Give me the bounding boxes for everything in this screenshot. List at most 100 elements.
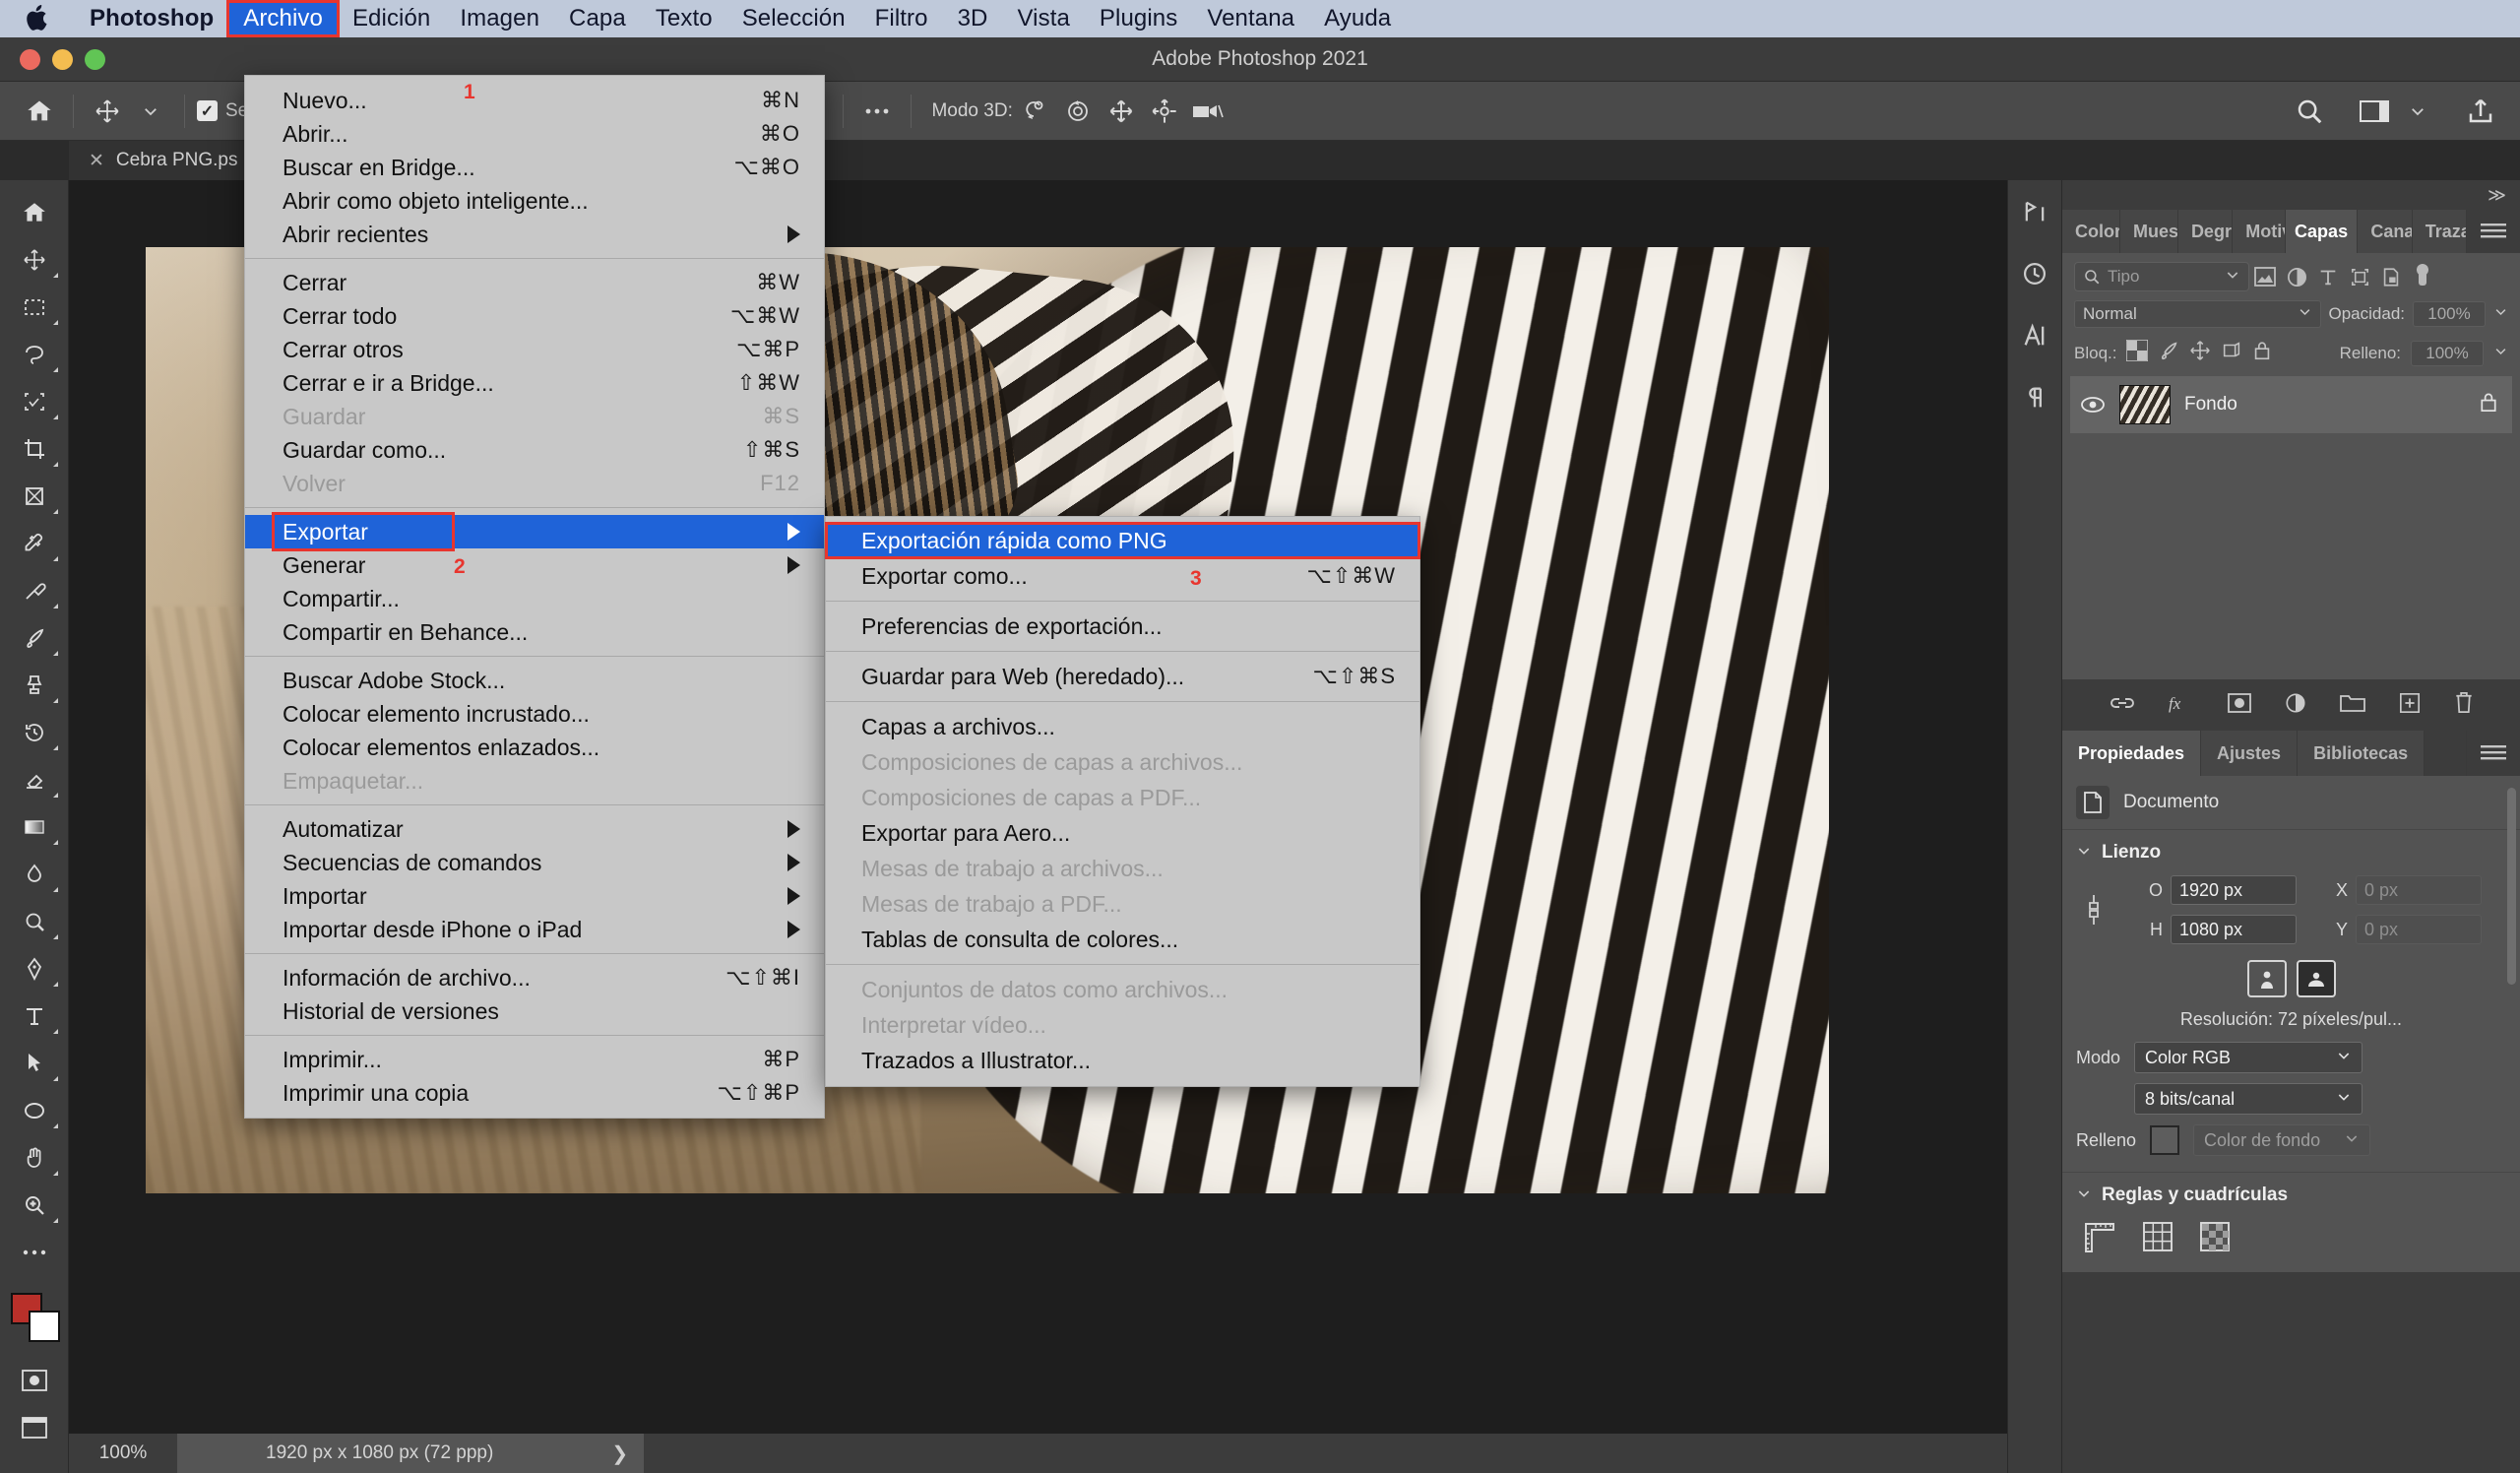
- menu-item-exportar[interactable]: Exportar: [245, 512, 824, 551]
- filter-smart-object-icon[interactable]: [2375, 266, 2407, 288]
- menu-item-compartir[interactable]: Compartir...: [245, 582, 824, 615]
- more-options-icon[interactable]: [855, 90, 899, 133]
- link-dimensions-icon[interactable]: [2076, 891, 2111, 929]
- auto-select-checkbox[interactable]: ✓: [197, 100, 218, 121]
- tab-muestras[interactable]: Mues: [2119, 210, 2178, 253]
- menu-item-buscar-adobe-stock[interactable]: Buscar Adobe Stock...: [245, 664, 824, 697]
- opacity-value[interactable]: 100%: [2413, 301, 2486, 327]
- menu-item-cerrar-otros[interactable]: Cerrar otros ⌥⌘P: [245, 333, 824, 366]
- submenu-item-trazados-a-illustrator[interactable]: Trazados a Illustrator...: [826, 1043, 1419, 1078]
- menu-item-guardar-como[interactable]: Guardar como... ⇧⌘S: [245, 433, 824, 467]
- camera-3d-icon[interactable]: [1186, 90, 1229, 133]
- menu-item-cerrar-todo[interactable]: Cerrar todo ⌥⌘W: [245, 299, 824, 333]
- submenu-item-exportar-como[interactable]: Exportar como... 3 ⌥⇧⌘W: [826, 558, 1419, 594]
- menu-photoshop[interactable]: Photoshop: [75, 2, 228, 35]
- roll-3d-icon[interactable]: [1056, 90, 1100, 133]
- home-icon[interactable]: [7, 190, 62, 235]
- clone-stamp-tool[interactable]: [7, 663, 62, 708]
- slide-3d-icon[interactable]: [1143, 90, 1186, 133]
- path-select-tool[interactable]: [7, 1041, 62, 1086]
- add-mask-icon[interactable]: [2227, 692, 2251, 718]
- tab-degradados[interactable]: Degr: [2177, 210, 2234, 253]
- submenu-item-exportar-para-aero[interactable]: Exportar para Aero...: [826, 815, 1419, 851]
- frame-tool[interactable]: [7, 474, 62, 519]
- menu-item-importar[interactable]: Importar: [245, 879, 824, 913]
- pen-tool[interactable]: [7, 946, 62, 992]
- menu-item-buscar-en-bridge[interactable]: Buscar en Bridge... ⌥⌘O: [245, 151, 824, 184]
- search-icon[interactable]: [2288, 90, 2331, 133]
- menu-texto[interactable]: Texto: [641, 2, 727, 35]
- collapse-panels-button[interactable]: ≫: [2062, 180, 2520, 210]
- chevron-down-icon[interactable]: [2396, 90, 2439, 133]
- rulers-section-header[interactable]: Reglas y cuadrículas: [2062, 1173, 2520, 1212]
- character-panel-icon[interactable]: [2021, 322, 2048, 354]
- layer-name[interactable]: Fondo: [2184, 394, 2465, 416]
- home-icon[interactable]: [18, 90, 61, 133]
- background-color-swatch[interactable]: [28, 1311, 60, 1342]
- document-tab[interactable]: ✕ Cebra PNG.ps: [69, 141, 259, 180]
- type-tool[interactable]: [7, 993, 62, 1039]
- object-select-tool[interactable]: [7, 379, 62, 424]
- eye-icon[interactable]: [2080, 396, 2106, 414]
- menu-ventana[interactable]: Ventana: [1192, 2, 1309, 35]
- menu-edicion[interactable]: Edición: [338, 2, 445, 35]
- history-brush-tool[interactable]: [7, 710, 62, 755]
- portrait-orientation-button[interactable]: [2246, 960, 2287, 997]
- menu-item-colocar-elemento-incrustado[interactable]: Colocar elemento incrustado...: [245, 697, 824, 731]
- tab-trazados[interactable]: Traza: [2412, 210, 2468, 253]
- document-dimensions[interactable]: 1920 px x 1080 px (72 ppp) ❯: [177, 1434, 645, 1473]
- brush-tool[interactable]: [7, 615, 62, 661]
- canvas-fill-select[interactable]: Color de fondo: [2193, 1124, 2371, 1156]
- bit-depth-select[interactable]: 8 bits/canal: [2134, 1083, 2363, 1115]
- fill-value[interactable]: 100%: [2411, 340, 2484, 366]
- menu-item-automatizar[interactable]: Automatizar: [245, 812, 824, 846]
- menu-item-generar[interactable]: Generar 2: [245, 548, 824, 582]
- more-tools-icon[interactable]: [7, 1230, 62, 1275]
- marquee-tool[interactable]: [7, 285, 62, 330]
- menu-item-abrir-como-objeto-inteligente[interactable]: Abrir como objeto inteligente...: [245, 184, 824, 218]
- filter-pixel-icon[interactable]: [2249, 266, 2281, 288]
- color-swatches[interactable]: [9, 1291, 60, 1342]
- layer-style-icon[interactable]: fx: [2169, 693, 2194, 718]
- rotate-3d-icon[interactable]: [1013, 90, 1056, 133]
- lock-move-icon[interactable]: [2189, 340, 2211, 366]
- gradient-tool[interactable]: [7, 804, 62, 850]
- y-field[interactable]: 0 px: [2356, 915, 2482, 944]
- menu-item-cerrar-e-ir-a-bridge[interactable]: Cerrar e ir a Bridge... ⇧⌘W: [245, 366, 824, 400]
- menu-item-imprimir-una-copia[interactable]: Imprimir una copia ⌥⇧⌘P: [245, 1076, 824, 1110]
- properties-scrollbar[interactable]: [2507, 788, 2516, 985]
- filter-adjustment-icon[interactable]: [2281, 266, 2312, 288]
- layer-row-fondo[interactable]: Fondo: [2070, 376, 2512, 433]
- landscape-orientation-button[interactable]: [2296, 960, 2336, 997]
- tab-propiedades[interactable]: Propiedades: [2062, 731, 2202, 776]
- chevron-right-icon[interactable]: ❯: [611, 1441, 628, 1466]
- pan-3d-icon[interactable]: [1100, 90, 1143, 133]
- dodge-tool[interactable]: [7, 899, 62, 944]
- new-layer-icon[interactable]: [2399, 692, 2421, 719]
- panel-menu-icon[interactable]: [2467, 731, 2520, 776]
- tab-capas[interactable]: Capas: [2285, 210, 2359, 253]
- move-tool-icon[interactable]: [86, 90, 129, 133]
- apple-logo-icon[interactable]: [26, 5, 49, 31]
- tab-bibliotecas[interactable]: Bibliotecas: [2298, 731, 2426, 776]
- menu-item-colocar-elementos-enlazados[interactable]: Colocar elementos enlazados...: [245, 731, 824, 764]
- zoom-level[interactable]: 100%: [69, 1442, 177, 1464]
- share-icon[interactable]: [2459, 90, 2502, 133]
- lock-artboard-icon[interactable]: [2221, 340, 2242, 366]
- filter-shape-icon[interactable]: [2344, 266, 2375, 288]
- panel-menu-icon[interactable]: [2467, 210, 2520, 253]
- blend-mode-select[interactable]: Normal: [2074, 300, 2321, 328]
- transparency-grid-icon[interactable]: [2200, 1222, 2230, 1258]
- menu-vista[interactable]: Vista: [1002, 2, 1084, 35]
- x-field[interactable]: 0 px: [2356, 875, 2482, 905]
- filter-toggle-switch[interactable]: [2407, 262, 2438, 291]
- export-submenu[interactable]: Exportación rápida como PNG Exportar com…: [825, 516, 1420, 1087]
- crop-tool[interactable]: [7, 426, 62, 472]
- chevron-down-icon[interactable]: [129, 90, 172, 133]
- menu-item-secuencias-de-comandos[interactable]: Secuencias de comandos: [245, 846, 824, 879]
- menu-item-importar-desde-iphone-o-ipad[interactable]: Importar desde iPhone o iPad: [245, 913, 824, 946]
- file-menu-dropdown[interactable]: Nuevo... 1 ⌘N Abrir... ⌘O Buscar en Brid…: [244, 75, 825, 1119]
- new-group-icon[interactable]: [2339, 693, 2365, 718]
- eraser-tool[interactable]: [7, 757, 62, 802]
- submenu-item-preferencias-de-exportacion[interactable]: Preferencias de exportación...: [826, 608, 1419, 644]
